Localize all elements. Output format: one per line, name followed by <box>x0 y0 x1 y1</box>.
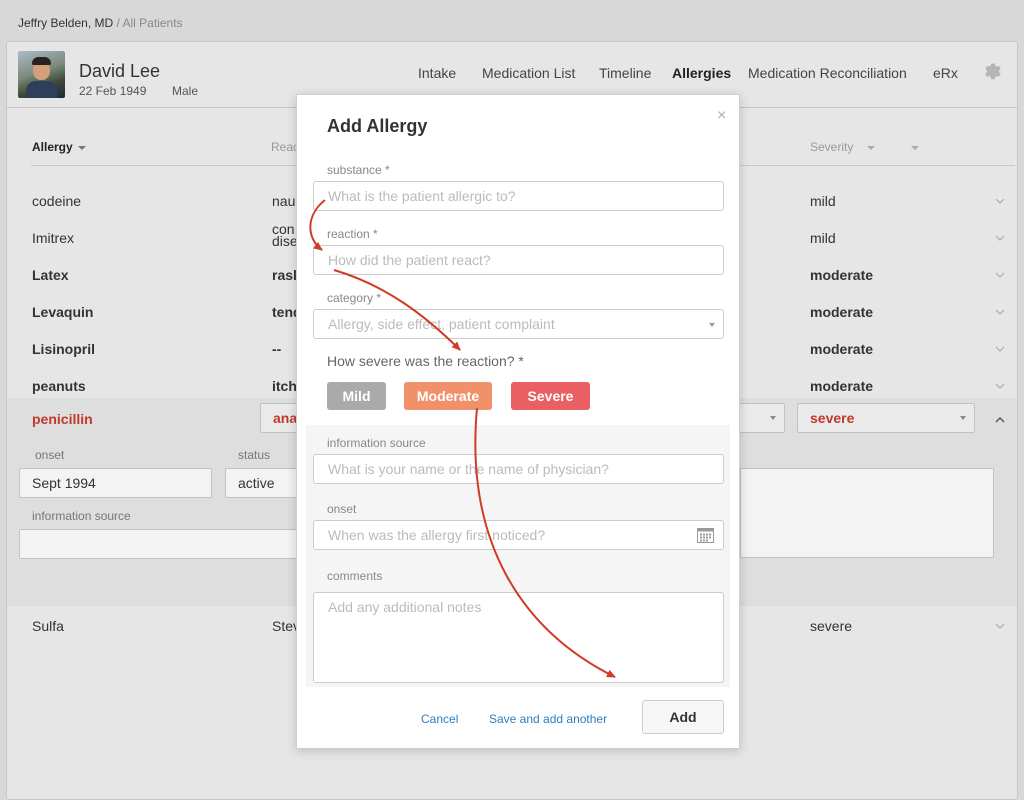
chevron-down-icon[interactable] <box>995 196 1005 206</box>
chevron-down-icon <box>770 416 776 420</box>
category-label: category * <box>327 291 382 305</box>
add-button[interactable]: Add <box>642 700 724 734</box>
allergy-name: Lisinopril <box>32 341 95 357</box>
severity-text: severe <box>810 618 853 634</box>
chevron-down-icon[interactable] <box>995 233 1005 243</box>
allergy-name: peanuts <box>32 378 86 394</box>
moderate-button[interactable]: Moderate <box>404 382 492 410</box>
calendar-icon[interactable] <box>697 527 714 543</box>
reaction-text: nau <box>272 193 296 209</box>
severity-text: moderate <box>810 378 874 394</box>
onset-label: onset <box>327 502 357 516</box>
tab-medication-reconciliation[interactable]: Medication Reconciliation <box>748 65 907 81</box>
reaction-input[interactable]: How did the patient react? <box>313 245 724 275</box>
allergy-name: Imitrex <box>32 230 74 246</box>
allergy-name: Latex <box>32 267 69 283</box>
reaction-label: reaction * <box>327 227 378 241</box>
chevron-up-icon[interactable] <box>995 416 1005 423</box>
comments-textarea[interactable]: Add any additional notes <box>313 592 724 683</box>
tab-intake[interactable]: Intake <box>418 65 456 81</box>
chevron-down-icon <box>960 416 966 420</box>
add-allergy-dialog: Add Allergy × substance * What is the pa… <box>296 94 740 749</box>
save-and-add-another-link[interactable]: Save and add another <box>489 712 607 726</box>
gear-icon[interactable] <box>982 60 1004 82</box>
breadcrumb-all-patients-link[interactable]: All Patients <box>123 16 183 30</box>
chevron-down-icon <box>911 145 920 150</box>
mild-button[interactable]: Mild <box>327 382 386 410</box>
chevron-down-icon[interactable] <box>995 307 1005 317</box>
info-source-input[interactable]: What is your name or the name of physici… <box>313 454 724 484</box>
close-icon[interactable]: × <box>717 107 726 125</box>
allergy-name: Levaquin <box>32 304 94 320</box>
chevron-down-icon[interactable] <box>995 381 1005 391</box>
reaction-text: con dise <box>272 221 298 249</box>
patient-dob: 22 Feb 1949 <box>79 84 147 98</box>
sort-caret-icon <box>77 145 86 150</box>
breadcrumb: Jeffry Belden, MD / All Patients <box>18 16 183 30</box>
avatar <box>18 51 65 98</box>
onset-input[interactable]: When was the allergy first noticed? <box>313 520 724 550</box>
allergy-name: Sulfa <box>32 618 64 634</box>
severity-question: How severe was the reaction? * <box>327 353 524 369</box>
allergy-name: penicillin <box>32 411 93 427</box>
severity-text: mild <box>810 230 836 246</box>
patient-sex: Male <box>172 84 199 98</box>
chevron-down-icon[interactable] <box>995 344 1005 354</box>
column-header-allergy[interactable]: Allergy <box>32 140 86 154</box>
substance-input[interactable]: What is the patient allergic to? <box>313 181 724 211</box>
chevron-down-icon <box>867 145 876 150</box>
info-source-label: information source <box>327 436 426 450</box>
status-label: status <box>238 448 271 462</box>
tab-medication-list[interactable]: Medication List <box>482 65 575 81</box>
tab-allergies[interactable]: Allergies <box>672 65 731 81</box>
column-header-reaction[interactable]: Reac <box>271 140 299 154</box>
severity-text: moderate <box>810 341 874 357</box>
patient-name: David Lee <box>79 61 161 81</box>
comments-label: comments <box>327 569 383 583</box>
chevron-down-icon <box>709 323 715 327</box>
reaction-text: rasl <box>272 267 297 283</box>
breadcrumb-user: Jeffry Belden, MD <box>18 16 114 30</box>
chevron-down-icon[interactable] <box>995 270 1005 280</box>
dialog-title: Add Allergy <box>327 116 428 136</box>
tab-timeline[interactable]: Timeline <box>599 65 651 81</box>
substance-label: substance * <box>327 163 390 177</box>
breadcrumb-separator: / <box>113 16 123 30</box>
info-source-field[interactable] <box>19 529 309 559</box>
onset-label: onset <box>35 448 65 462</box>
reaction-text: -- <box>272 341 282 357</box>
column-header-severity[interactable]: Severity <box>810 140 920 154</box>
chevron-down-icon[interactable] <box>995 621 1005 631</box>
allergy-name: codeine <box>32 193 82 209</box>
severity-select[interactable]: severe <box>797 403 975 433</box>
severe-button[interactable]: Severe <box>511 382 590 410</box>
comments-field[interactable] <box>740 468 994 558</box>
tab-erx[interactable]: eRx <box>933 65 958 81</box>
reaction-text: itch <box>272 378 297 394</box>
category-select[interactable]: Allergy, side effect, patient complaint <box>313 309 724 339</box>
cancel-link[interactable]: Cancel <box>421 712 458 726</box>
severity-text: moderate <box>810 304 874 320</box>
severity-text: mild <box>810 193 836 209</box>
info-source-label: information source <box>32 509 131 523</box>
onset-field[interactable]: Sept 1994 <box>19 468 212 498</box>
severity-text: moderate <box>810 267 874 283</box>
